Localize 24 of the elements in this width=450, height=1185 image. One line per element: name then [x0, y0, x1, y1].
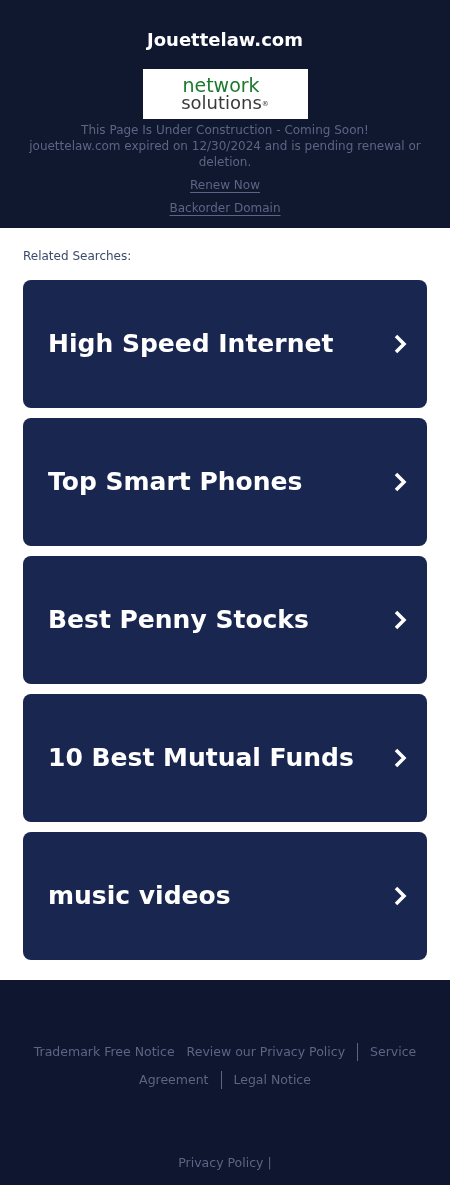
footer-link[interactable]: Legal Notice: [233, 1066, 311, 1094]
chevron-right-icon: [393, 609, 409, 631]
logo: network solutions$^{®}$: [142, 69, 308, 119]
chevron-right-icon: [393, 885, 409, 907]
search-link[interactable]: High Speed Internet: [23, 280, 427, 408]
search-link[interactable]: Top Smart Phones: [23, 418, 427, 546]
search-link[interactable]: music videos: [23, 832, 427, 960]
footer-link[interactable]: Agreement: [139, 1066, 209, 1094]
search-link[interactable]: Best Penny Stocks: [23, 556, 427, 684]
site-title: Jouettelaw.com: [147, 28, 303, 52]
domain-link[interactable]: Renew Now: [190, 177, 260, 193]
section-heading: Related Searches:: [23, 248, 133, 264]
chevron-right-icon: [393, 471, 409, 493]
privacy-link[interactable]: Privacy Policy: [178, 1154, 264, 1173]
chevron-right-icon: [393, 333, 409, 355]
search-link[interactable]: 10 Best Mutual Funds: [23, 694, 427, 822]
chevron-right-icon: [393, 747, 409, 769]
domain-link[interactable]: Backorder Domain: [169, 200, 281, 216]
notice-text: This Page Is Under Construction - Coming Soon!: [81, 122, 369, 138]
footer-link[interactable]: Service: [370, 1038, 417, 1066]
footer-link[interactable]: Review our Privacy Policy: [186, 1038, 346, 1066]
expiry-text: jouettelaw.com expired on 12/30/2024 and is pending renewal or deletion.: [28, 138, 422, 170]
footer-link[interactable]: Trademark Free Notice: [33, 1038, 175, 1066]
separator: |: [267, 1154, 272, 1172]
